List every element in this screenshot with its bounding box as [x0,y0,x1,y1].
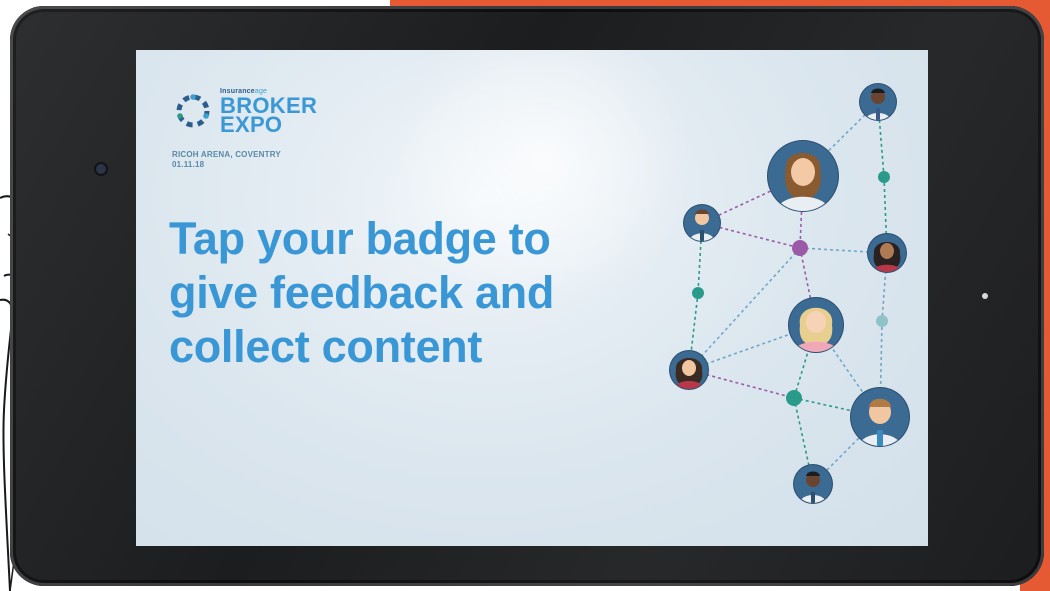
front-camera-icon [96,164,106,174]
person-avatar-7 [850,387,910,447]
person-avatar-8 [793,464,833,504]
person-avatar-4 [867,233,907,273]
person-avatar-2 [767,140,839,212]
person-avatar-6 [669,350,709,390]
person-avatar-3 [683,204,721,242]
person-avatar-5 [788,297,844,353]
light-sensor-icon [982,293,988,299]
tablet-screen[interactable]: Insuranceage BROKER EXPO RICOH ARENA, CO… [136,50,928,546]
people-network-illustration [669,83,910,504]
